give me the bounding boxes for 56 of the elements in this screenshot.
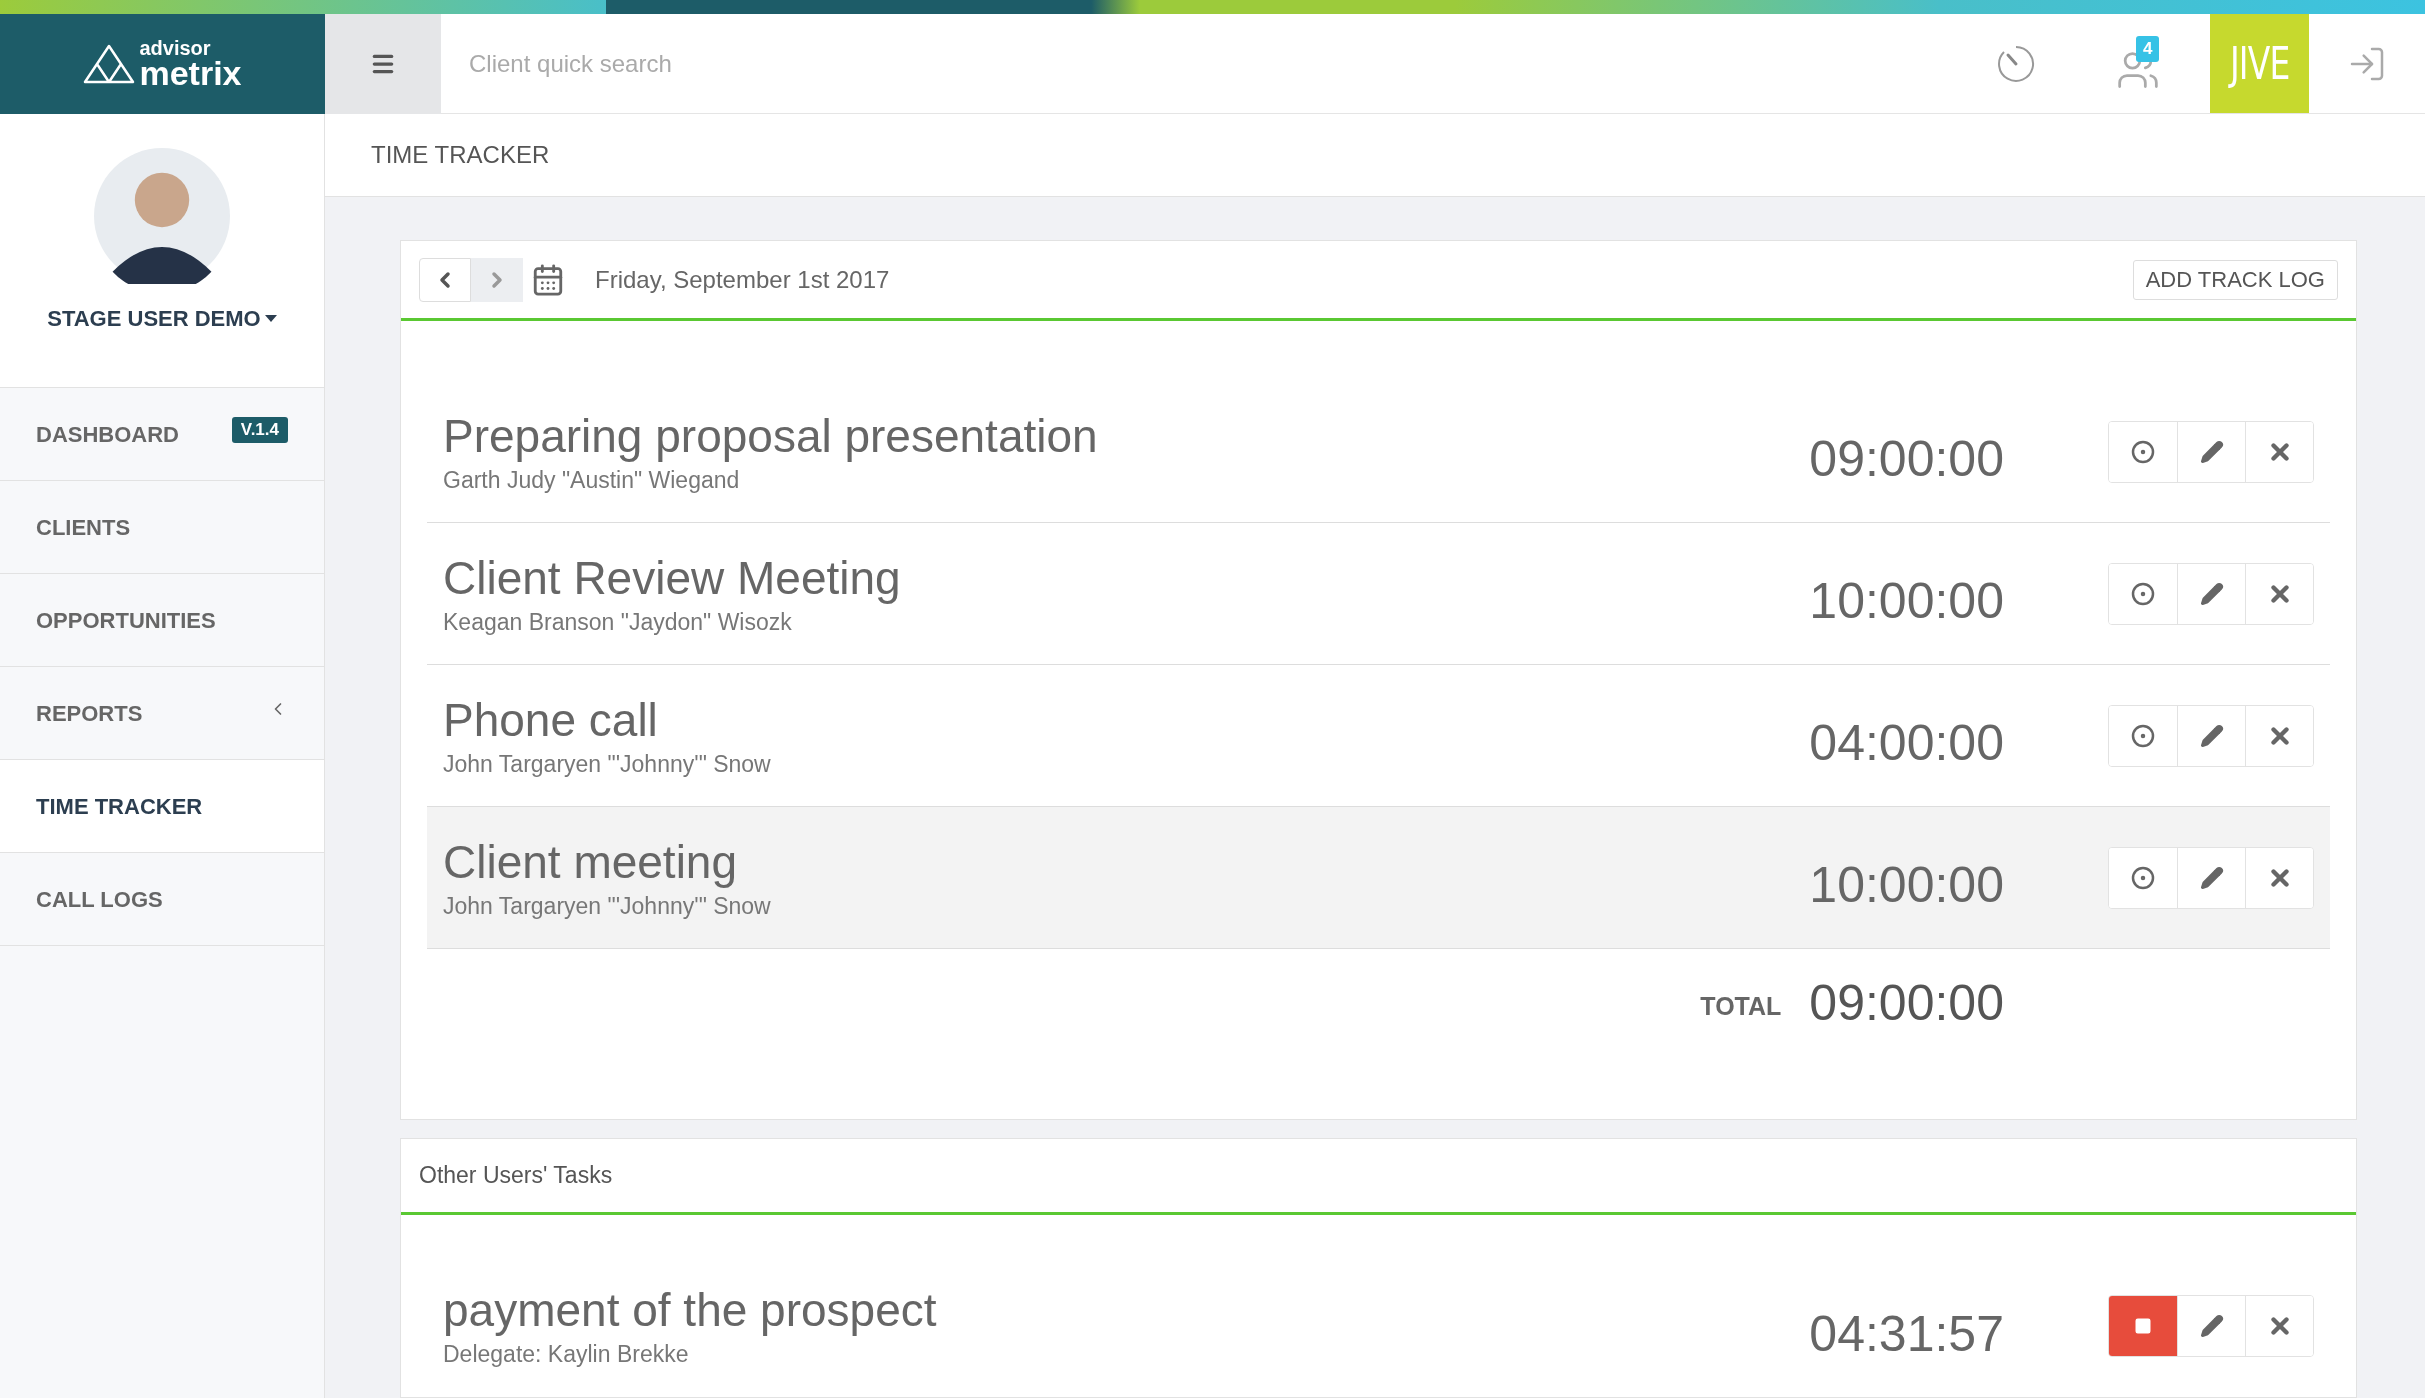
task-time: 10:00:00 (1809, 856, 2004, 915)
delete-button[interactable] (2245, 421, 2313, 482)
date-label: Friday, September 1st 2017 (595, 264, 891, 295)
search-field[interactable]: Client quick search (441, 14, 1996, 114)
task-title: Phone call (443, 692, 659, 748)
pencil-icon (2199, 439, 2224, 464)
task-client: Delegate: Kaylin Brekke (443, 1340, 690, 1369)
task-title: payment of the prospect (443, 1283, 938, 1338)
timer-icon[interactable] (1996, 43, 2036, 84)
pencil-icon (2199, 581, 2224, 606)
user-menu-button[interactable]: STAGE USER DEMO (47, 302, 277, 335)
total-label: TOTAL (1700, 991, 1782, 1023)
jive-logo-text: JIVE (2229, 36, 2290, 91)
task-time: 09:00:00 (1809, 430, 2004, 489)
task-client: John Targaryen "'Johnny'" Snow (443, 891, 772, 921)
task-client: John Targaryen "'Johnny'" Snow (443, 749, 772, 779)
sidebar-label: TIME TRACKER (36, 792, 204, 821)
task-time: 04:00:00 (1809, 714, 2004, 773)
task-time: 04:31:57 (1809, 1304, 2004, 1364)
task-title: Client Review Meeting (443, 550, 902, 606)
task-title: Preparing proposal presentation (443, 408, 1099, 464)
total-time: 09:00:00 (1809, 973, 2004, 1033)
version-badge: V.1.4 (231, 417, 288, 443)
delete-button[interactable] (2245, 705, 2313, 766)
calendar-icon[interactable] (531, 262, 565, 297)
section-title: Other Users' Tasks (419, 1161, 613, 1191)
task-time: 10:00:00 (1809, 572, 2004, 631)
pencil-icon (2199, 723, 2224, 748)
notification-badge: 4 (2136, 35, 2160, 62)
page-title: TIME TRACKER (371, 140, 550, 170)
pencil-icon (2199, 1314, 2224, 1338)
delete-button[interactable] (2245, 1296, 2313, 1356)
target-icon (2131, 723, 2155, 748)
logo-text-small: advisor (139, 39, 212, 57)
sidebar-label: REPORTS (36, 699, 144, 728)
add-track-log-button[interactable]: ADD TRACK LOG (2132, 259, 2338, 300)
sidebar-label: OPPORTUNITIES (36, 606, 217, 635)
delete-button[interactable] (2245, 563, 2313, 624)
pencil-icon (2199, 865, 2224, 890)
target-icon (2131, 439, 2155, 464)
delete-button[interactable] (2245, 847, 2313, 908)
caret-icon (264, 314, 277, 323)
sidebar-label: DASHBOARD (36, 420, 180, 449)
logo-text-large: metrix (139, 57, 242, 89)
stop-icon (2134, 1317, 2152, 1335)
target-icon (2131, 581, 2155, 606)
target-icon (2131, 865, 2155, 890)
sidebar-label: CALL LOGS (36, 885, 164, 914)
task-client: Keagan Branson "Jaydon" Wisozk (443, 607, 793, 637)
sidebar-item[interactable]: TIME TRACKER (0, 760, 324, 853)
task-client: Garth Judy "Austin" Wiegand (443, 465, 741, 495)
triangle-logo-icon (83, 44, 136, 84)
task-title: Client meeting (443, 834, 739, 890)
sidebar-label: CLIENTS (36, 513, 132, 542)
previous-day-button[interactable] (419, 257, 471, 302)
stop-button[interactable] (2109, 1296, 2177, 1356)
